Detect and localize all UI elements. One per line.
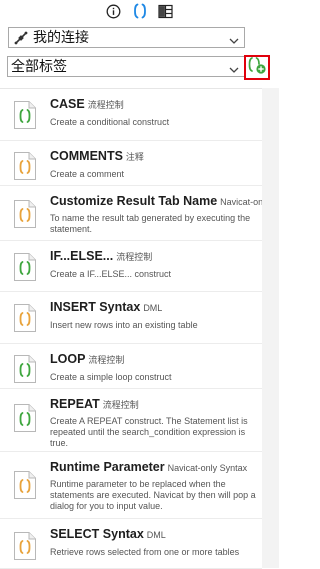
- chevron-down-icon: [229, 62, 239, 73]
- snippet-description: Create a comment: [50, 169, 125, 179]
- snippet-title: INSERT Syntax DML: [50, 300, 162, 314]
- snippet-document-icon: [13, 199, 37, 229]
- snippet-item[interactable]: LOOP 流程控制 Create a simple loop construct: [0, 344, 262, 389]
- snippet-title-text: INSERT Syntax: [50, 300, 141, 314]
- snippet-document-icon: [13, 303, 37, 333]
- snippet-title: Customize Result Tab NameNavicat-only: [50, 194, 262, 208]
- snippet-tag: Navicat-only Syntax: [167, 463, 248, 473]
- snippet-item[interactable]: INSERT Syntax DML Insert new rows into an …: [0, 292, 262, 344]
- snippet-title: SELECT Syntax DML: [50, 527, 166, 541]
- connection-select-value: 我的连接: [33, 29, 89, 45]
- tag-filter-select[interactable]: 全部标签: [7, 56, 245, 77]
- add-snippet-icon: [247, 56, 267, 80]
- chevron-down-icon: [229, 33, 239, 44]
- snippet-description: Insert new rows into an existing table: [50, 320, 198, 330]
- info-icon[interactable]: [106, 3, 122, 19]
- snippet-list: CASE 流程控制 Create a conditional construct CO…: [0, 88, 262, 569]
- snippet-tag: Navicat-only: [220, 197, 262, 207]
- add-snippet-button[interactable]: [244, 55, 270, 80]
- snippet-title-text: Customize Result Tab Name: [50, 194, 218, 208]
- snippet-item[interactable]: SELECT Syntax DML Retrieve rows selected f…: [0, 519, 262, 569]
- snippet-title-text: Runtime Parameter: [50, 460, 165, 474]
- snippet-tag: 注释: [125, 152, 144, 162]
- snippet-title: Runtime Parameter Navicat-only Syntax: [50, 460, 247, 474]
- snippet-description: Create A REPEAT construct. The Statement…: [50, 416, 248, 448]
- snippet-document-icon: [13, 100, 37, 130]
- scrollbar[interactable]: [262, 88, 279, 568]
- snippet-title: LOOP 流程控制: [50, 352, 124, 366]
- snippet-tag: 流程控制: [116, 252, 153, 262]
- connection-icon: [14, 31, 28, 45]
- snippet-item[interactable]: REPEAT 流程控制 Create A REPEAT construct. The…: [0, 389, 262, 452]
- snippet-document-icon: [13, 151, 37, 181]
- snippet-title-text: COMMENTS: [50, 149, 123, 163]
- braces-icon[interactable]: [132, 3, 148, 19]
- snippet-document-icon: [13, 354, 37, 384]
- snippet-item[interactable]: IF...ELSE... 流程控制 Create a IF...ELSE... co…: [0, 241, 262, 292]
- snippet-description: To name the result tab generated by exec…: [50, 213, 251, 234]
- snippet-title: CASE 流程控制: [50, 97, 124, 111]
- snippet-title-text: REPEAT: [50, 397, 100, 411]
- snippet-tag: 流程控制: [87, 100, 124, 110]
- snippet-title-text: CASE: [50, 97, 85, 111]
- snippet-title: REPEAT 流程控制: [50, 397, 139, 411]
- snippet-description: Create a simple loop construct: [50, 372, 172, 382]
- connection-select[interactable]: 我的连接: [8, 27, 245, 48]
- tag-select-value: 全部标签: [11, 58, 67, 74]
- snippet-title-text: LOOP: [50, 352, 86, 366]
- snippet-title-text: SELECT Syntax: [50, 527, 144, 541]
- snippet-item[interactable]: COMMENTS 注释 Create a comment: [0, 141, 262, 186]
- snippet-document-icon: [13, 403, 37, 433]
- snippet-description: Create a conditional construct: [50, 117, 170, 127]
- snippet-description: Runtime parameter to be replaced when th…: [50, 479, 256, 511]
- snippet-title: COMMENTS 注释: [50, 149, 144, 163]
- snippet-title-text: IF...ELSE...: [50, 249, 114, 263]
- snippet-document-icon: [13, 252, 37, 282]
- snippet-title: IF...ELSE... 流程控制: [50, 249, 152, 263]
- snippet-item[interactable]: Runtime Parameter Navicat-only Syntax Runt…: [0, 452, 262, 519]
- snippet-description: Retrieve rows selected from one or more …: [50, 547, 240, 557]
- snippet-item[interactable]: CASE 流程控制 Create a conditional construct: [0, 89, 262, 141]
- snippet-document-icon: [13, 531, 37, 561]
- snippet-item[interactable]: Customize Result Tab NameNavicat-only To …: [0, 186, 262, 241]
- snippet-tag: 流程控制: [88, 355, 125, 365]
- snippet-description: Create a IF...ELSE... construct: [50, 269, 172, 279]
- snippet-tag: DML: [146, 530, 166, 540]
- snippet-document-icon: [13, 470, 37, 500]
- top-toolbar: [0, 0, 279, 22]
- snippet-tag: DML: [143, 303, 163, 313]
- grid-icon[interactable]: [158, 3, 174, 19]
- snippet-tag: 流程控制: [102, 400, 139, 410]
